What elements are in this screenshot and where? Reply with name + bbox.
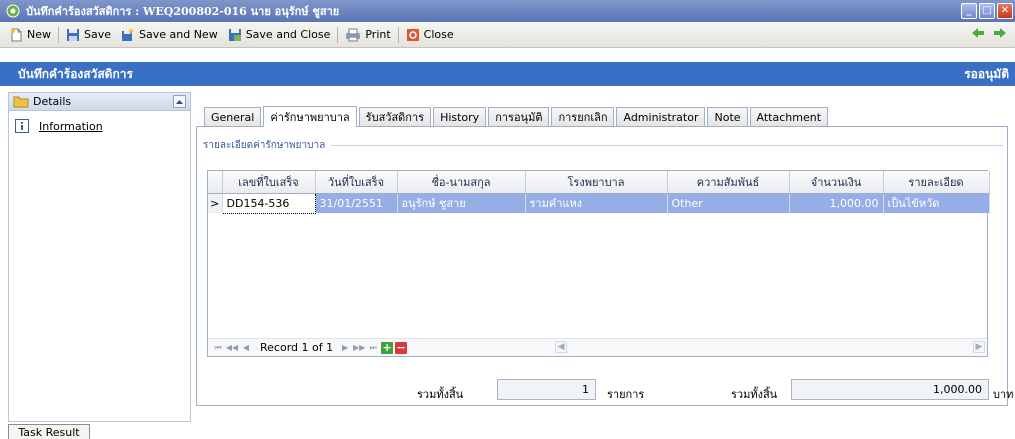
info-icon — [15, 119, 29, 133]
save-button[interactable]: Save — [61, 24, 116, 46]
sidebar-item-label: Information — [39, 119, 103, 133]
toolbar-separator — [58, 26, 59, 43]
toolbar-separator — [337, 26, 339, 43]
cell-detail[interactable]: เป็นไข้หวัด — [883, 193, 990, 213]
tab-note[interactable]: Note — [707, 107, 748, 126]
arrow-left-icon[interactable] — [971, 27, 985, 39]
count-total-label: รวมทั้งสิ้น — [417, 388, 464, 401]
close-button-label: Close — [423, 28, 454, 41]
tab-strip: General ค่ารักษาพยาบาล รับสวัสดิการ Hist… — [204, 104, 830, 127]
chevron-up-icon — [176, 100, 183, 104]
collapse-toggle[interactable] — [173, 95, 186, 108]
amount-total-label: รวมทั้งสิ้น — [731, 388, 778, 401]
column-header-relation[interactable]: ความสัมพันธ์ — [667, 171, 790, 194]
form-title: บันทึกคำร้องสวัสดิการ — [18, 66, 133, 81]
close-icon — [406, 28, 419, 41]
horizontal-scrollbar[interactable]: ◀ ▶ — [555, 341, 985, 353]
close-button[interactable]: Close — [401, 24, 459, 46]
minimize-button[interactable]: _ — [961, 3, 977, 19]
tab-medical-expense[interactable]: ค่ารักษาพยาบาล — [263, 106, 357, 127]
amount-unit-label: บาท — [993, 388, 1014, 401]
details-sidebar: Details Information — [8, 92, 191, 422]
previous-page-icon[interactable]: ◀◀ — [226, 342, 238, 354]
window-title: บันทึกคำร้องสวัสดิการ : WEQ200802-016 นา… — [26, 5, 340, 18]
column-header-receipt-no[interactable]: เลขที่ใบเสร็จ — [222, 171, 316, 194]
tab-attachment[interactable]: Attachment — [749, 107, 829, 126]
row-indicator: > — [208, 193, 223, 213]
record-counter: Record 1 of 1 — [260, 341, 334, 354]
save-and-new-label: Save and New — [139, 28, 218, 41]
previous-record-icon[interactable]: ◀ — [240, 342, 252, 354]
details-section-header[interactable]: Details — [9, 93, 190, 111]
save-icon — [67, 28, 79, 41]
scroll-left-icon[interactable]: ◀ — [555, 341, 567, 353]
new-button[interactable]: New — [4, 24, 56, 46]
tab-content: รายละเอียดค่ารักษาพยาบาล เลขที่ใบเสร็จ ว… — [196, 126, 1013, 406]
app-icon — [6, 4, 20, 18]
print-button-label: Print — [365, 28, 391, 41]
save-and-new-icon — [122, 27, 135, 41]
arrow-right-icon[interactable] — [993, 27, 1007, 39]
group-legend: รายละเอียดค่ารักษาพยาบาล — [203, 138, 332, 153]
toolbar-separator — [397, 26, 399, 43]
main-panel: General ค่ารักษาพยาบาล รับสวัสดิการ Hist… — [196, 96, 1013, 406]
column-header-name[interactable]: ชื่อ-นามสกุล — [397, 171, 526, 194]
grid-table: เลขที่ใบเสร็จ วันที่ใบเสร็จ ชื่อ-นามสกุล… — [208, 171, 990, 214]
task-result-tab[interactable]: Task Result — [8, 424, 90, 439]
print-icon — [346, 28, 361, 41]
tab-receive-welfare[interactable]: รับสวัสดิการ — [358, 107, 432, 126]
form-header: บันทึกคำร้องสวัสดิการ รออนุมัติ — [0, 62, 1015, 86]
save-and-close-button[interactable]: Save and Close — [223, 24, 336, 46]
cell-amount[interactable]: 1,000.00 — [789, 193, 884, 213]
new-document-icon — [11, 28, 22, 41]
medical-expense-grid[interactable]: เลขที่ใบเสร็จ วันที่ใบเสร็จ ชื่อ-นามสกุล… — [207, 170, 990, 357]
delete-record-icon[interactable]: − — [395, 341, 408, 354]
toolbar: New Save Save and New Save and Close Pri… — [0, 22, 1015, 48]
print-button[interactable]: Print — [340, 24, 395, 46]
save-and-close-icon — [228, 28, 241, 41]
tab-cancellation[interactable]: การยกเลิก — [551, 107, 615, 126]
save-and-close-label: Save and Close — [245, 28, 331, 41]
cell-relation[interactable]: Other — [667, 193, 790, 213]
maximize-button[interactable]: □ — [979, 3, 995, 19]
next-page-icon[interactable]: ▶▶ — [353, 342, 365, 354]
sidebar-item-information[interactable]: Information — [9, 111, 190, 133]
tab-history[interactable]: History — [433, 107, 487, 126]
column-header-amount[interactable]: จำนวนเงิน — [789, 171, 884, 194]
tab-administrator[interactable]: Administrator — [616, 107, 706, 126]
amount-total-field: 1,000.00 — [791, 379, 989, 400]
add-record-icon[interactable]: + — [381, 341, 394, 354]
details-section-label: Details — [33, 95, 72, 108]
table-row[interactable]: > DD154-536 31/01/2551 อนุรักษ์ ชูสาย รา… — [208, 192, 990, 214]
last-record-icon[interactable]: ⏭ — [367, 342, 379, 354]
cell-receipt-no[interactable]: DD154-536 — [221, 192, 316, 214]
count-total-field: 1 — [497, 379, 596, 400]
grid-navigator: ⏮ ◀◀ ◀ Record 1 of 1 ▶ ▶▶ ⏭ + − ◀ ▶ — [208, 338, 987, 356]
form-status: รออนุมัติ — [964, 66, 1009, 81]
record-nav-arrows — [971, 27, 1007, 39]
window-titlebar: บันทึกคำร้องสวัสดิการ : WEQ200802-016 นา… — [0, 0, 1015, 22]
save-and-new-button[interactable]: Save and New — [116, 24, 223, 46]
row-indicator-header — [208, 171, 223, 194]
save-button-label: Save — [84, 28, 112, 41]
close-window-button[interactable]: ✕ — [997, 3, 1013, 19]
column-header-hospital[interactable]: โรงพยาบาล — [525, 171, 668, 194]
scroll-right-icon[interactable]: ▶ — [973, 341, 985, 353]
tab-general[interactable]: General — [204, 107, 262, 126]
summary-row: รวมทั้งสิ้น 1 รายการ รวมทั้งสิ้น 1,000.0… — [197, 379, 1013, 401]
next-record-icon[interactable]: ▶ — [339, 342, 351, 354]
window-controls: _ □ ✕ — [961, 3, 1013, 19]
cell-name[interactable]: อนุรักษ์ ชูสาย — [397, 193, 526, 213]
cell-receipt-date[interactable]: 31/01/2551 — [315, 193, 398, 213]
grid-header-row: เลขที่ใบเสร็จ วันที่ใบเสร็จ ชื่อ-นามสกุล… — [208, 171, 990, 194]
column-header-detail[interactable]: รายละเอียด — [883, 171, 990, 194]
tab-approval[interactable]: การอนุมัติ — [488, 107, 550, 126]
column-header-receipt-date[interactable]: วันที่ใบเสร็จ — [315, 171, 398, 194]
cell-hospital[interactable]: รามคำแหง — [525, 193, 668, 213]
new-button-label: New — [27, 28, 51, 41]
first-record-icon[interactable]: ⏮ — [212, 342, 224, 354]
count-unit-label: รายการ — [607, 388, 645, 401]
folder-icon — [13, 96, 29, 108]
